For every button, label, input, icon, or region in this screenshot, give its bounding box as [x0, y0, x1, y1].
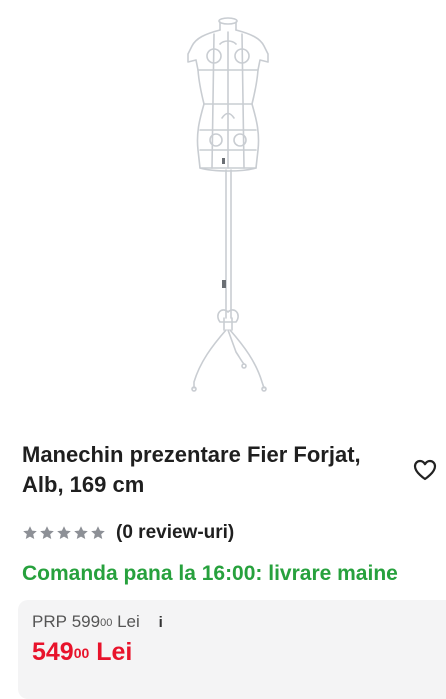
product-title: Manechin prezentare Fier Forjat, Alb, 16… — [22, 442, 361, 497]
star-icon — [23, 526, 37, 539]
product-image[interactable] — [0, 0, 446, 420]
star-icon — [91, 526, 105, 539]
star-icon — [57, 526, 71, 539]
price-integer: 549 — [32, 638, 74, 666]
price-box: PRP 599 00 Lei i 549 00 Lei — [18, 600, 446, 699]
delivery-info: Comanda pana la 16:00: livrare maine — [22, 562, 398, 585]
prp-integer: 599 — [71, 612, 101, 631]
rating-stars — [22, 525, 106, 541]
prp-label: PRP — [32, 612, 67, 631]
price-currency: Lei — [96, 638, 133, 666]
rating-row[interactable]: (0 review-uri) — [22, 520, 234, 546]
info-icon[interactable]: i — [152, 614, 170, 632]
wishlist-button[interactable] — [410, 456, 440, 484]
star-icon — [74, 526, 88, 539]
prp-decimals: 00 — [100, 617, 113, 629]
star-icon — [40, 526, 54, 539]
prp-currency: Lei — [117, 612, 140, 631]
current-price: 549 00 Lei — [32, 638, 132, 667]
price-decimals: 00 — [73, 645, 90, 661]
mannequin-image — [187, 17, 269, 392]
product-title-row: Manechin prezentare Fier Forjat, Alb, 16… — [22, 440, 422, 500]
review-count-link[interactable]: (0 review-uri) — [116, 522, 234, 544]
heart-outline-icon — [413, 459, 437, 481]
prp-price: PRP 599 00 Lei i — [32, 612, 170, 632]
